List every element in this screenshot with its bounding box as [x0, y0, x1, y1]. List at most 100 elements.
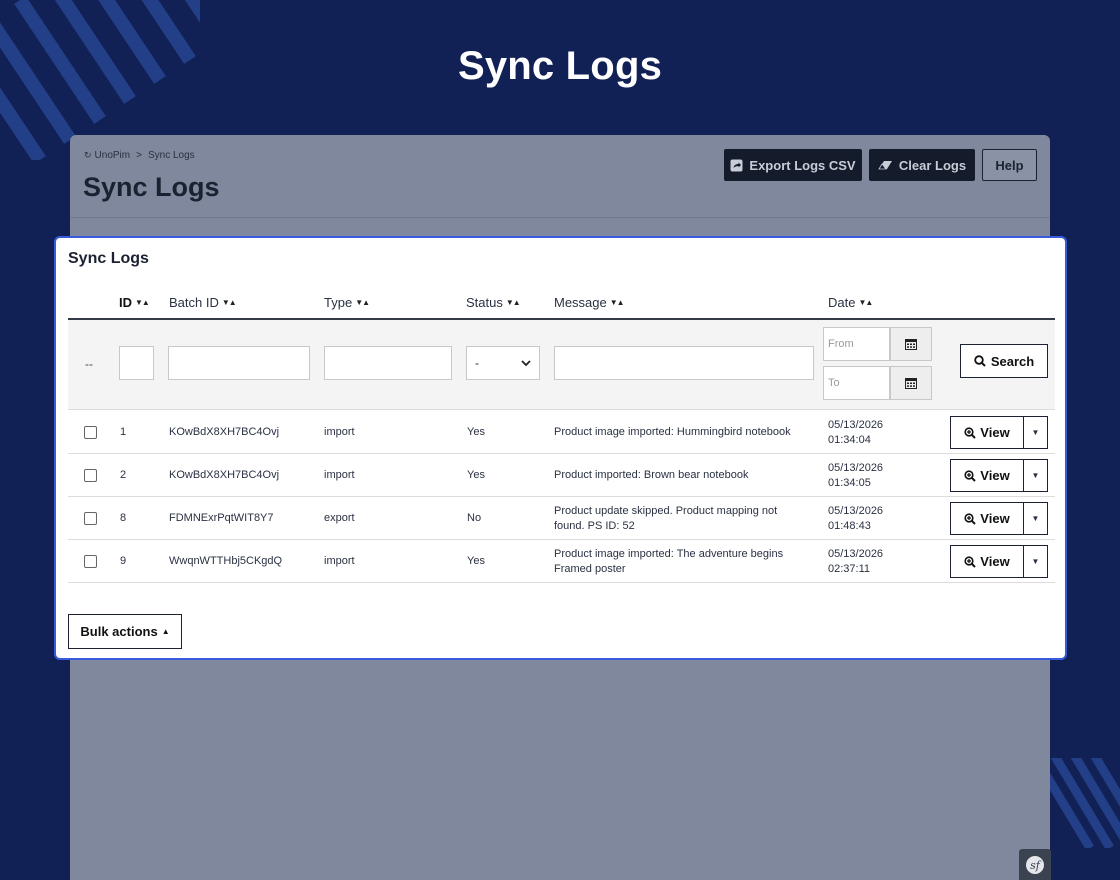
- view-button[interactable]: View: [951, 546, 1024, 577]
- row-select-checkbox[interactable]: [84, 540, 97, 583]
- breadcrumb-current: Sync Logs: [147, 150, 195, 161]
- row-date-day: 05/13/2026: [828, 547, 884, 560]
- row-action-group: View ▼: [950, 416, 1048, 449]
- row-id: 9: [120, 555, 127, 567]
- filter-date-to-input[interactable]: To: [823, 366, 890, 400]
- sort-icon[interactable]: ▼▲: [858, 298, 873, 307]
- row-date-time: 01:34:04: [828, 433, 871, 446]
- sort-icon[interactable]: ▼▲: [222, 298, 237, 307]
- filter-batch-id-input[interactable]: [168, 346, 310, 380]
- row-type: import: [324, 555, 355, 567]
- filter-message-input[interactable]: [554, 346, 814, 380]
- row-date-time: 01:34:05: [828, 476, 871, 489]
- header-divider: [70, 217, 1050, 218]
- filter-status-value: -: [475, 356, 479, 370]
- date-from-calendar-button[interactable]: [890, 327, 932, 361]
- sync-logs-card: Sync Logs ID ▼▲ Batch ID ▼▲ Type ▼▲ Stat…: [54, 236, 1067, 660]
- column-header-type[interactable]: Type ▼▲: [324, 295, 370, 310]
- row-date: 05/13/2026 01:34:04: [828, 411, 883, 454]
- column-header-status[interactable]: Status ▼▲: [466, 295, 521, 310]
- row-id: 8: [120, 512, 127, 524]
- view-button-label: View: [980, 425, 1010, 440]
- caret-down-icon: ▼: [1031, 557, 1040, 566]
- row-status: No: [467, 512, 482, 524]
- column-header-type-label: Type: [324, 295, 353, 310]
- symfony-toolbar-icon[interactable]: sf: [1019, 849, 1051, 880]
- search-button-label: Search: [990, 353, 1035, 369]
- sort-icon[interactable]: ▼▲: [135, 298, 150, 307]
- view-button[interactable]: View: [951, 503, 1024, 534]
- sort-icon[interactable]: ▼▲: [506, 298, 521, 307]
- sync-icon: ↻: [84, 150, 92, 160]
- help-button[interactable]: Help: [982, 149, 1037, 181]
- row-status: Yes: [467, 555, 485, 567]
- calendar-icon: [905, 339, 917, 350]
- calendar-icon: [905, 378, 917, 389]
- row-select-checkbox[interactable]: [84, 454, 97, 497]
- sort-icon[interactable]: ▼▲: [355, 298, 370, 307]
- row-message: Product image imported: The adventure be…: [554, 547, 784, 575]
- row-date: 05/13/2026 01:34:05: [828, 454, 883, 497]
- row-status: Yes: [467, 469, 485, 481]
- row-actions-dropdown-toggle[interactable]: ▼: [1024, 546, 1047, 577]
- zoom-in-icon: [964, 555, 977, 568]
- row-type: import: [324, 469, 355, 481]
- breadcrumb-root[interactable]: UnoPim: [95, 150, 131, 161]
- row-actions-dropdown-toggle[interactable]: ▼: [1024, 460, 1047, 491]
- breadcrumb-separator: >: [136, 150, 142, 161]
- filter-id-input[interactable]: [119, 346, 154, 380]
- filter-date-from-placeholder: From: [828, 338, 854, 350]
- bulk-actions-label: Bulk actions: [80, 624, 158, 639]
- row-batch-id: KOwBdX8XH7BC4Ovj: [169, 426, 280, 438]
- date-to-calendar-button[interactable]: [890, 366, 932, 400]
- column-header-id-label: ID: [119, 295, 132, 310]
- view-button-label: View: [980, 554, 1010, 569]
- card-title: Sync Logs: [68, 250, 149, 267]
- filter-type-input[interactable]: [324, 346, 452, 380]
- row-date: 05/13/2026 02:37:11: [828, 540, 883, 583]
- column-header-batch-id[interactable]: Batch ID ▼▲: [169, 295, 237, 310]
- sort-icon[interactable]: ▼▲: [610, 298, 625, 307]
- symfony-logo-icon: sf: [1026, 855, 1044, 874]
- row-action-group: View ▼: [950, 459, 1048, 492]
- chevron-down-icon: [521, 360, 531, 366]
- row-actions-dropdown-toggle[interactable]: ▼: [1024, 503, 1047, 534]
- filter-status-select[interactable]: -: [466, 346, 540, 380]
- row-select-checkbox[interactable]: [84, 411, 97, 454]
- view-button-label: View: [980, 511, 1010, 526]
- hero-title: Sync Logs: [457, 44, 663, 88]
- row-id: 2: [120, 469, 127, 481]
- row-message: Product update skipped. Product mapping …: [554, 504, 778, 532]
- table-row: 2 KOwBdX8XH7BC4Ovj import Yes Product im…: [68, 454, 1055, 497]
- column-header-date[interactable]: Date ▼▲: [828, 295, 873, 310]
- caret-down-icon: ▼: [1031, 428, 1040, 437]
- export-logs-csv-label: Export Logs CSV: [749, 157, 856, 173]
- row-batch-id: WwqnWTTHbj5CKgdQ: [169, 555, 283, 567]
- row-select-checkbox[interactable]: [84, 497, 97, 540]
- column-header-message[interactable]: Message ▼▲: [554, 295, 625, 310]
- table-row: 1 KOwBdX8XH7BC4Ovj import Yes Product im…: [68, 411, 1055, 454]
- row-actions-dropdown-toggle[interactable]: ▼: [1024, 417, 1047, 448]
- table-row: 8 FDMNExrPqtWIT8Y7 export No Product upd…: [68, 497, 1055, 540]
- row-date-time: 01:48:43: [828, 519, 871, 532]
- row-status: Yes: [467, 426, 485, 438]
- filter-date-from-input[interactable]: From: [823, 327, 890, 361]
- export-logs-csv-button[interactable]: Export Logs CSV: [724, 149, 862, 181]
- view-button[interactable]: View: [951, 460, 1024, 491]
- row-date-day: 05/13/2026: [828, 418, 884, 431]
- clear-logs-button[interactable]: Clear Logs: [869, 149, 975, 181]
- view-button[interactable]: View: [951, 417, 1024, 448]
- row-type: export: [324, 512, 355, 524]
- table-row: 9 WwqnWTTHbj5CKgdQ import Yes Product im…: [68, 540, 1055, 583]
- share-icon: [730, 159, 743, 171]
- caret-down-icon: ▼: [1031, 514, 1040, 523]
- search-button[interactable]: Search: [960, 344, 1048, 378]
- row-id: 1: [120, 426, 127, 438]
- filter-row-marker: --: [85, 357, 93, 371]
- column-header-id[interactable]: ID ▼▲: [119, 295, 150, 310]
- row-date: 05/13/2026 01:48:43: [828, 497, 883, 540]
- row-action-group: View ▼: [950, 545, 1048, 578]
- bulk-actions-button[interactable]: Bulk actions ▲: [68, 614, 182, 649]
- column-header-message-label: Message: [554, 295, 607, 310]
- filter-date-to-placeholder: To: [828, 377, 840, 389]
